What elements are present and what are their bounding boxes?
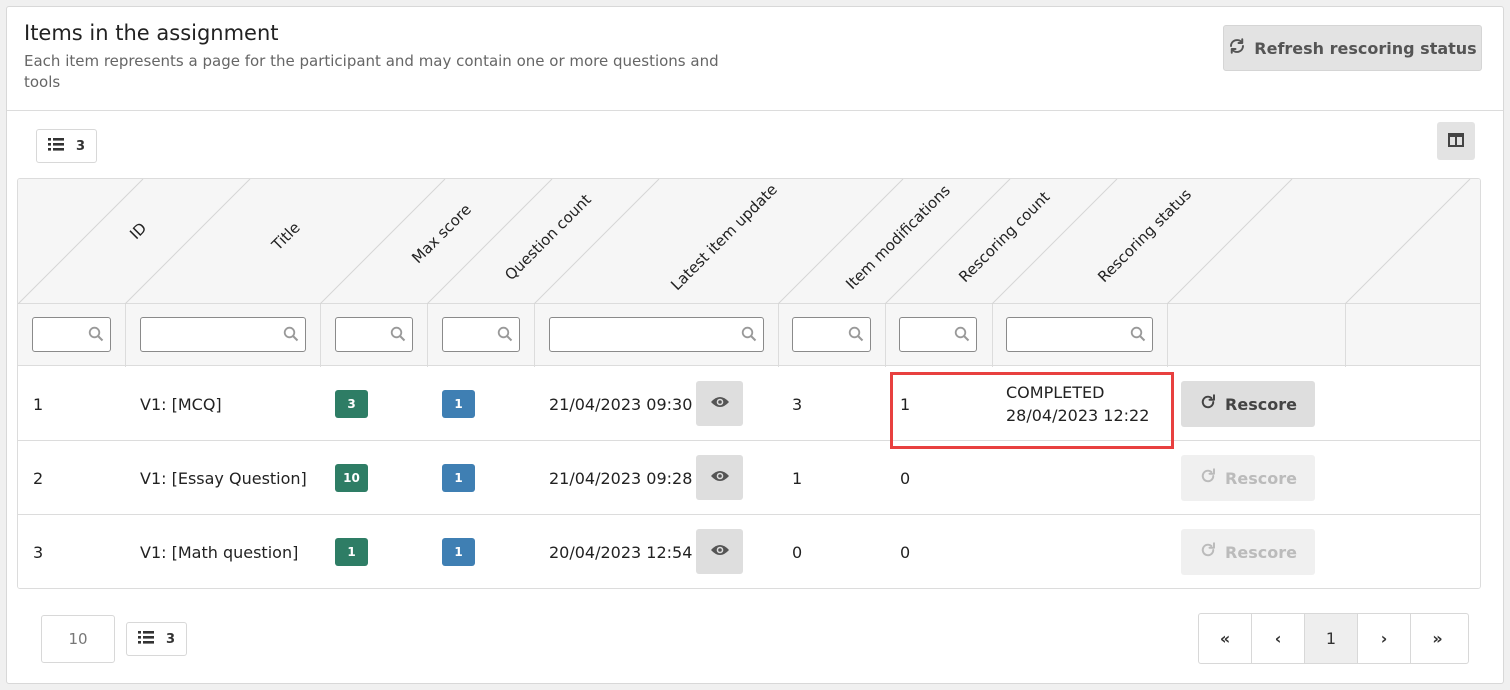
search-icon bbox=[741, 326, 757, 346]
next-page-button[interactable]: › bbox=[1358, 614, 1411, 663]
refresh-icon bbox=[1228, 37, 1246, 59]
cell-modifications: 3 bbox=[792, 394, 803, 414]
filter-item-modifications[interactable] bbox=[792, 317, 871, 352]
question-count-badge: 1 bbox=[442, 390, 475, 418]
max-score-badge: 10 bbox=[335, 464, 368, 492]
rescore-button[interactable]: Rescore bbox=[1181, 455, 1315, 501]
column-toggle-button[interactable] bbox=[1437, 122, 1475, 160]
cell-latest-update: 21/04/2023 09:30 bbox=[549, 394, 693, 414]
panel-header: Items in the assignment Each item repres… bbox=[7, 7, 1503, 111]
search-icon bbox=[283, 326, 299, 346]
filter-rescoring-status[interactable] bbox=[1006, 317, 1153, 352]
redo-icon bbox=[1199, 541, 1217, 563]
redo-icon bbox=[1199, 467, 1217, 489]
eye-icon bbox=[710, 468, 730, 487]
eye-icon bbox=[710, 542, 730, 561]
filter-row bbox=[18, 304, 1480, 366]
redo-icon bbox=[1199, 393, 1217, 415]
search-icon bbox=[1130, 326, 1146, 346]
cell-title: V1: [Math question] bbox=[140, 542, 299, 562]
row-count-button-top[interactable]: 3 bbox=[36, 129, 97, 163]
search-icon bbox=[88, 326, 104, 346]
rescore-label: Rescore bbox=[1225, 468, 1297, 488]
current-page-button[interactable]: 1 bbox=[1305, 614, 1358, 663]
filter-question-count[interactable] bbox=[442, 317, 520, 352]
table-header: ID Title Max score Question count Latest… bbox=[18, 179, 1480, 304]
list-icon bbox=[137, 630, 154, 648]
cell-modifications: 1 bbox=[792, 468, 803, 488]
preview-item-button[interactable] bbox=[696, 381, 743, 426]
search-icon bbox=[848, 326, 864, 346]
highlight-annotation bbox=[890, 372, 1174, 449]
first-page-button[interactable]: « bbox=[1199, 614, 1252, 663]
table-row: 2 V1: [Essay Question] 10 1 21/04/2023 0… bbox=[18, 441, 1480, 515]
rescore-button[interactable]: Rescore bbox=[1181, 529, 1315, 575]
filter-latest-item-update[interactable] bbox=[549, 317, 764, 352]
filter-title[interactable] bbox=[140, 317, 306, 352]
cell-rescoring-count: 0 bbox=[900, 542, 911, 562]
cell-id: 3 bbox=[33, 542, 44, 562]
cell-latest-update: 20/04/2023 12:54 bbox=[549, 542, 693, 562]
search-icon bbox=[497, 326, 513, 346]
page-size-selector[interactable]: 10 bbox=[41, 615, 115, 663]
cell-id: 1 bbox=[33, 394, 44, 414]
question-count-badge: 1 bbox=[442, 464, 475, 492]
previous-page-button[interactable]: ‹ bbox=[1252, 614, 1305, 663]
filter-max-score[interactable] bbox=[335, 317, 413, 352]
rescore-label: Rescore bbox=[1225, 542, 1297, 562]
cell-rescoring-count: 0 bbox=[900, 468, 911, 488]
row-count-button-bottom[interactable]: 3 bbox=[126, 622, 187, 656]
eye-icon bbox=[710, 394, 730, 413]
search-icon bbox=[390, 326, 406, 346]
cell-modifications: 0 bbox=[792, 542, 803, 562]
table-row: 3 V1: [Math question] 1 1 20/04/2023 12:… bbox=[18, 515, 1480, 588]
search-icon bbox=[954, 326, 970, 346]
columns-icon bbox=[1448, 132, 1464, 151]
rescore-button[interactable]: Rescore bbox=[1181, 381, 1315, 427]
max-score-badge: 1 bbox=[335, 538, 368, 566]
cell-title: V1: [Essay Question] bbox=[140, 468, 307, 488]
question-count-badge: 1 bbox=[442, 538, 475, 566]
page-title: Items in the assignment bbox=[24, 21, 279, 45]
preview-item-button[interactable] bbox=[696, 529, 743, 574]
cell-latest-update: 21/04/2023 09:28 bbox=[549, 468, 693, 488]
row-count: 3 bbox=[165, 631, 176, 647]
items-table: ID Title Max score Question count Latest… bbox=[17, 178, 1481, 589]
preview-item-button[interactable] bbox=[696, 455, 743, 500]
table-row: 1 V1: [MCQ] 3 1 21/04/2023 09:30 3 1 COM… bbox=[18, 367, 1480, 441]
refresh-rescoring-status-button[interactable]: Refresh rescoring status bbox=[1223, 25, 1482, 71]
list-icon bbox=[47, 137, 64, 155]
rescore-label: Rescore bbox=[1225, 394, 1297, 414]
row-count: 3 bbox=[75, 138, 86, 154]
pagination: « ‹ 1 › » bbox=[1198, 613, 1469, 664]
refresh-button-label: Refresh rescoring status bbox=[1254, 38, 1477, 58]
max-score-badge: 3 bbox=[335, 390, 368, 418]
page-description: Each item represents a page for the part… bbox=[24, 52, 719, 91]
cell-title: V1: [MCQ] bbox=[140, 394, 222, 414]
filter-id[interactable] bbox=[32, 317, 111, 352]
cell-id: 2 bbox=[33, 468, 44, 488]
filter-rescoring-count[interactable] bbox=[899, 317, 977, 352]
last-page-button[interactable]: » bbox=[1411, 614, 1464, 663]
